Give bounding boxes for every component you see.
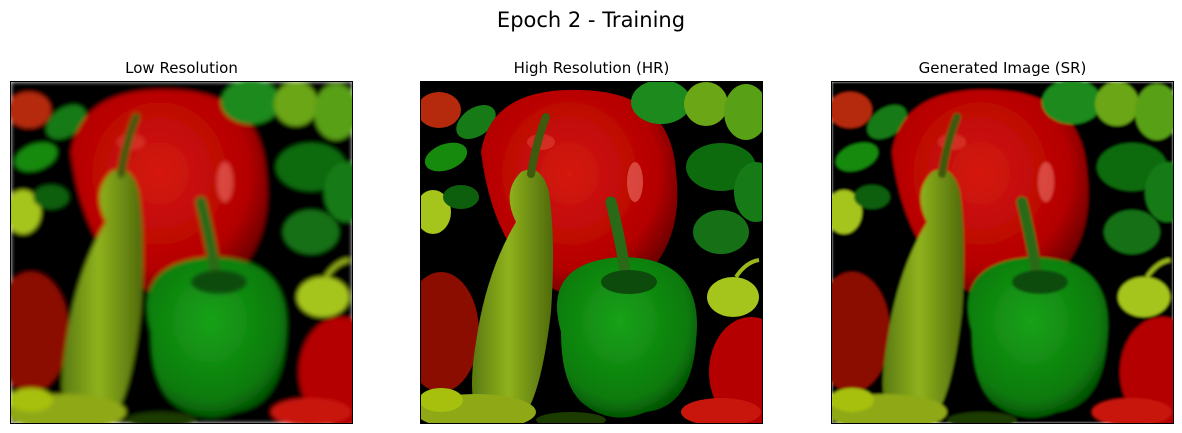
panel-title: Low Resolution (125, 59, 238, 77)
peppers-image (832, 82, 1173, 423)
panel-title: Generated Image (SR) (918, 59, 1087, 77)
panel-title: High Resolution (HR) (513, 59, 670, 77)
peppers-image (421, 82, 762, 423)
peppers-image (11, 82, 352, 423)
figure-title: Epoch 2 - Training (496, 8, 686, 32)
image-frame (420, 81, 763, 424)
image-frame (831, 81, 1174, 424)
image-frame (10, 81, 353, 424)
